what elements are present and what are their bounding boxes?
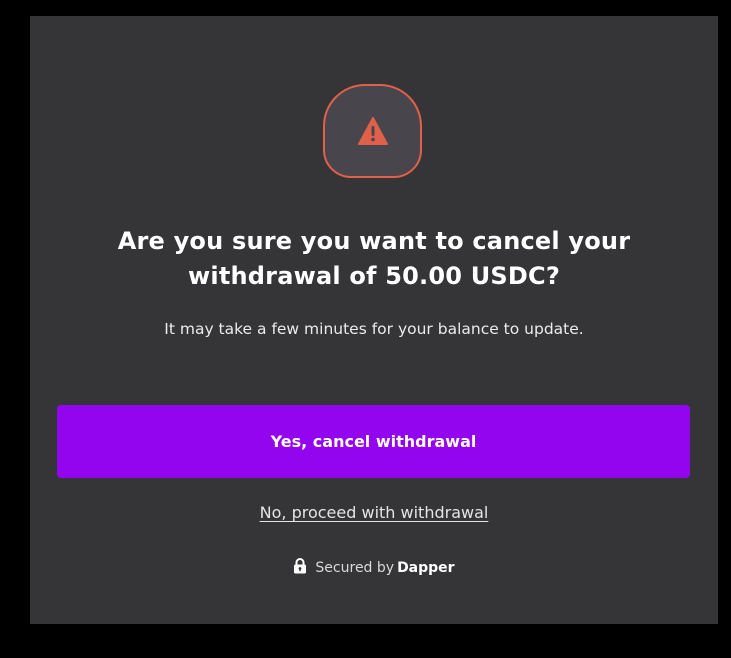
- cancel-withdrawal-dialog: Are you sure you want to cancel your wit…: [30, 16, 718, 624]
- secured-by-footer: Secured by Dapper: [30, 557, 718, 581]
- dialog-subtitle: It may take a few minutes for your balan…: [164, 320, 584, 338]
- dapper-brand: Dapper: [397, 560, 455, 576]
- dialog-title: Are you sure you want to cancel your wit…: [30, 224, 718, 294]
- proceed-withdrawal-link[interactable]: No, proceed with withdrawal: [30, 500, 718, 526]
- confirm-cancel-button[interactable]: Yes, cancel withdrawal: [57, 405, 690, 478]
- secured-by-label: Secured by: [315, 560, 395, 576]
- warning-icon: [358, 117, 388, 145]
- lock-icon: [293, 558, 307, 581]
- dialog-title-line-2: withdrawal of 50.00 USDC?: [188, 262, 560, 290]
- dialog-title-line-1: Are you sure you want to cancel your: [117, 227, 631, 255]
- warning-badge: [323, 84, 422, 178]
